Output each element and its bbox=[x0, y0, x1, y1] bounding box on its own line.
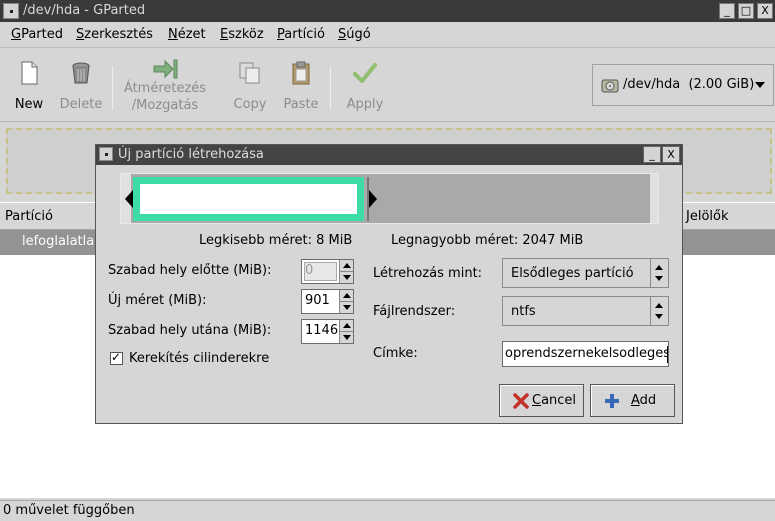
free-before-value: 0 bbox=[305, 263, 314, 278]
minimize-button[interactable]: _ bbox=[719, 3, 735, 19]
checkmark-icon bbox=[353, 63, 377, 83]
filesystem-value: ntfs bbox=[511, 304, 536, 319]
dialog-close-button[interactable]: X bbox=[662, 146, 680, 163]
dialog-menu-button[interactable] bbox=[99, 147, 113, 161]
graph-right-margin bbox=[650, 174, 658, 223]
free-after-label: Szabad hely utána (MiB): bbox=[108, 323, 272, 338]
round-cylinders-checkbox[interactable] bbox=[110, 350, 123, 365]
dropdown-arrow-icon bbox=[755, 82, 765, 88]
close-button[interactable]: X bbox=[757, 3, 773, 19]
new-size-spinner[interactable]: 901 bbox=[301, 289, 354, 314]
window-menu-button[interactable] bbox=[3, 3, 19, 19]
device-label: /dev/hda (2.00 GiB) bbox=[623, 77, 755, 92]
create-as-value: Elsődleges partíció bbox=[511, 266, 634, 281]
new-document-icon bbox=[21, 61, 38, 85]
cancel-button[interactable]: Cancel bbox=[499, 384, 584, 417]
filesystem-label: Fájlrendszer: bbox=[373, 304, 456, 319]
window-title: /dev/hda - GParted bbox=[23, 3, 146, 18]
updown-arrows-icon bbox=[650, 259, 668, 287]
column-flags[interactable]: Jelölők bbox=[686, 209, 729, 224]
label-field-label: Címke: bbox=[373, 346, 418, 361]
label-input-value: oprendszernekelsodleges bbox=[505, 346, 669, 361]
new-size-stepper[interactable] bbox=[339, 290, 353, 313]
menu-bar: GParted Szerkesztés Nézet Eszköz Partíci… bbox=[0, 22, 775, 48]
resize-move-icon bbox=[153, 59, 178, 79]
free-before-label: Szabad hely előtte (MiB): bbox=[108, 263, 272, 278]
dialog-title: Új partíció létrehozása bbox=[118, 147, 264, 162]
status-bar: 0 művelet függőben bbox=[0, 500, 775, 521]
resize-move-button[interactable]: Átméretezés/Mozgatás bbox=[118, 48, 212, 120]
window-titlebar: /dev/hda - GParted _ □ X bbox=[0, 0, 775, 22]
add-plus-icon bbox=[605, 394, 619, 408]
new-partition-dialog: Új partíció létrehozása _ X Legkisebb mé… bbox=[95, 144, 683, 424]
toolbar-separator bbox=[330, 66, 331, 110]
copy-button[interactable]: Copy bbox=[228, 48, 272, 120]
create-as-select[interactable]: Elsődleges partíció bbox=[502, 258, 669, 288]
resize-handle-left-icon[interactable] bbox=[125, 190, 133, 208]
resize-handle-right-icon[interactable] bbox=[369, 190, 377, 208]
free-before-spinner[interactable]: 0 bbox=[301, 259, 354, 284]
min-size-text: Legkisebb méret: 8 MiB bbox=[199, 233, 353, 248]
apply-button[interactable]: Apply bbox=[340, 48, 390, 120]
new-size-label: Új méret (MiB): bbox=[108, 293, 207, 308]
add-button[interactable]: Add bbox=[590, 384, 675, 417]
resize-label-line2: /Mozgatás bbox=[131, 98, 199, 113]
toolbar-separator bbox=[112, 66, 113, 110]
cancel-x-icon bbox=[513, 393, 529, 409]
free-after-value: 1146 bbox=[305, 323, 339, 338]
round-cylinders-label[interactable]: Kerekítés cilinderekre bbox=[129, 351, 269, 366]
partition-row-label: lefoglalatlan bbox=[22, 234, 103, 249]
status-text: 0 művelet függőben bbox=[3, 503, 135, 518]
updown-arrows-icon bbox=[650, 297, 668, 325]
harddisk-icon bbox=[601, 79, 619, 93]
menu-partition[interactable]: Partíció bbox=[277, 27, 325, 42]
filesystem-select[interactable]: ntfs bbox=[502, 296, 669, 326]
menu-device[interactable]: Eszköz bbox=[220, 27, 264, 42]
trash-icon bbox=[72, 62, 90, 84]
new-partition-block[interactable] bbox=[133, 177, 364, 221]
copy-icon bbox=[239, 62, 260, 84]
label-input[interactable]: oprendszernekelsodleges bbox=[502, 341, 669, 367]
new-size-value: 901 bbox=[305, 293, 330, 308]
column-partition[interactable]: Partíció bbox=[5, 209, 53, 224]
delete-button[interactable]: Delete bbox=[56, 48, 106, 120]
paste-icon bbox=[292, 61, 310, 85]
toolbar: New Delete Átméretezés/Mozgatás Copy Pas… bbox=[0, 48, 775, 122]
partition-size-graph[interactable] bbox=[120, 173, 659, 224]
maximize-button[interactable]: □ bbox=[738, 3, 754, 19]
menu-view[interactable]: Nézet bbox=[168, 27, 206, 42]
free-after-stepper[interactable] bbox=[339, 320, 353, 343]
menu-edit[interactable]: Szerkesztés bbox=[76, 27, 153, 42]
max-size-text: Legnagyobb méret: 2047 MiB bbox=[391, 233, 584, 248]
menu-help[interactable]: Súgó bbox=[338, 27, 371, 42]
device-selector[interactable]: /dev/hda (2.00 GiB) bbox=[592, 64, 774, 106]
create-as-label: Létrehozás mint: bbox=[373, 266, 483, 281]
dialog-minimize-button[interactable]: _ bbox=[643, 146, 661, 163]
text-caret bbox=[667, 346, 668, 363]
menu-gparted[interactable]: GParted bbox=[11, 27, 63, 42]
resize-label-line1: Átméretezés bbox=[123, 81, 207, 96]
free-after-spinner[interactable]: 1146 bbox=[301, 319, 354, 344]
dialog-titlebar: Új partíció létrehozása _ X bbox=[96, 145, 682, 165]
free-before-stepper[interactable] bbox=[339, 260, 353, 283]
paste-button[interactable]: Paste bbox=[278, 48, 324, 120]
new-button[interactable]: New bbox=[6, 48, 52, 120]
